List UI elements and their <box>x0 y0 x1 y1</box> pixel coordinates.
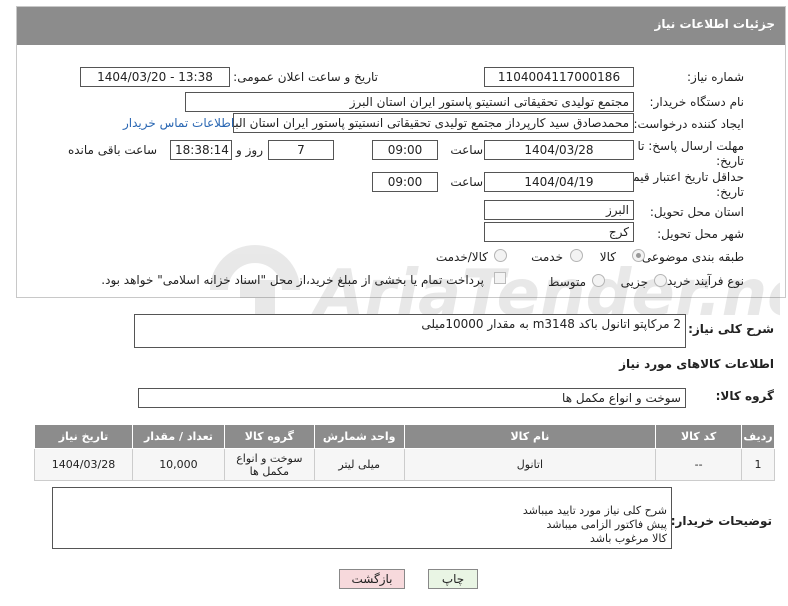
cell-date: 1404/03/28 <box>34 448 133 481</box>
days-field: 7 <box>268 140 334 160</box>
deadline-time-field: 09:00 <box>372 140 438 160</box>
deadline-label: مهلت ارسال پاسخ: تا تاریخ: <box>637 139 744 168</box>
validity-date-field: 1404/04/19 <box>484 172 634 192</box>
announce-date-field: 1404/03/20 - 13:38 <box>80 67 230 87</box>
col-date: تاریخ نیاز <box>34 424 133 449</box>
cell-unit: میلی لیتر <box>313 448 405 481</box>
validity-time-label: ساعت <box>450 175 483 189</box>
category-radio-goods-service[interactable] <box>494 249 507 262</box>
col-code: کد کالا <box>655 424 743 449</box>
category-radio-goods[interactable] <box>632 249 645 262</box>
cell-row: 1 <box>741 448 775 481</box>
goods-group-field: سوخت و انواع مکمل ها <box>138 388 686 408</box>
goods-info-title: اطلاعات کالاهای مورد نیاز <box>619 357 774 371</box>
buyer-contact-link[interactable]: اطلاعات تماس خریدار <box>123 116 234 130</box>
category-service-label: خدمت <box>531 250 563 264</box>
deadline-time-label: ساعت <box>450 143 483 157</box>
cell-group: سوخت و انواع مکمل ها <box>223 448 315 481</box>
buyer-org-field: مجتمع تولیدی تحقیقاتی انستیتو پاستور ایر… <box>185 92 634 112</box>
category-radio-service[interactable] <box>570 249 583 262</box>
city-label: شهر محل تحویل: <box>657 227 744 241</box>
creator-label: ایجاد کننده درخواست: <box>633 117 744 131</box>
validity-time-field: 09:00 <box>372 172 438 192</box>
need-number-field: 1104004117000186 <box>484 67 634 87</box>
remaining-time-field: 18:38:14 <box>170 140 232 160</box>
back-button[interactable]: بازگشت <box>339 569 405 589</box>
print-button[interactable]: چاپ <box>428 569 478 589</box>
buyer-notes-text: شرح کلی نیاز مورد تایید میباشد پیش فاکتو… <box>522 504 667 545</box>
buyer-notes-textarea[interactable]: شرح کلی نیاز مورد تایید میباشد پیش فاکتو… <box>52 487 672 549</box>
remaining-label: ساعت باقی مانده <box>67 143 157 157</box>
need-number-label: شماره نیاز: <box>687 70 744 84</box>
payment-treasury-checkbox[interactable] <box>494 272 506 284</box>
col-name: نام کالا <box>403 424 657 449</box>
process-radio-minor[interactable] <box>654 274 667 287</box>
goods-group-label: گروه کالا: <box>715 389 774 403</box>
city-field: کرج <box>484 222 634 242</box>
summary-label: شرح کلی نیاز: <box>688 322 774 336</box>
province-label: استان محل تحویل: <box>649 205 744 219</box>
cell-code: -- <box>655 448 743 481</box>
category-label: طبقه بندی موضوعی: <box>637 250 744 264</box>
category-goods-label: کالا <box>599 250 616 264</box>
category-goods-service-label: کالا/خدمت <box>435 250 488 264</box>
col-unit: واحد شمارش <box>313 424 405 449</box>
cell-qty: 10,000 <box>132 448 225 481</box>
province-field: البرز <box>484 200 634 220</box>
col-qty: تعداد / مقدار <box>132 424 225 449</box>
table-row: 1 -- اتانول میلی لیتر سوخت و انواع مکمل … <box>34 448 775 481</box>
days-label: روز و <box>236 143 263 157</box>
buyer-notes-label: توضیحات خریدار: <box>670 514 772 528</box>
announce-date-label: تاریخ و ساعت اعلان عمومی: <box>233 70 378 84</box>
process-medium-label: متوسط <box>548 275 586 289</box>
summary-textarea[interactable]: 2 مرکاپتو اتانول باکد m3148 به مقدار 100… <box>134 314 686 348</box>
payment-treasury-note: پرداخت تمام یا بخشی از مبلغ خرید،از محل … <box>101 273 484 287</box>
col-row: ردیف <box>741 424 775 449</box>
col-group: گروه کالا <box>223 424 315 449</box>
panel-title: جزئیات اطلاعات نیاز <box>17 7 785 45</box>
buyer-org-label: نام دستگاه خریدار: <box>649 95 745 109</box>
deadline-date-field: 1404/03/28 <box>484 140 634 160</box>
items-table-header: ردیف کد کالا نام کالا واحد شمارش گروه کا… <box>34 424 775 449</box>
items-table: ردیف کد کالا نام کالا واحد شمارش گروه کا… <box>34 424 775 481</box>
cell-name: اتانول <box>403 448 657 481</box>
process-radio-medium[interactable] <box>592 274 605 287</box>
creator-field: محمدصادق سید کارپرداز مجتمع تولیدی تحقیق… <box>233 113 634 133</box>
summary-text: 2 مرکاپتو اتانول باکد m3148 به مقدار 100… <box>421 317 681 331</box>
process-minor-label: جزیی <box>620 275 648 289</box>
process-label: نوع فرآیند خرید : <box>659 274 744 288</box>
